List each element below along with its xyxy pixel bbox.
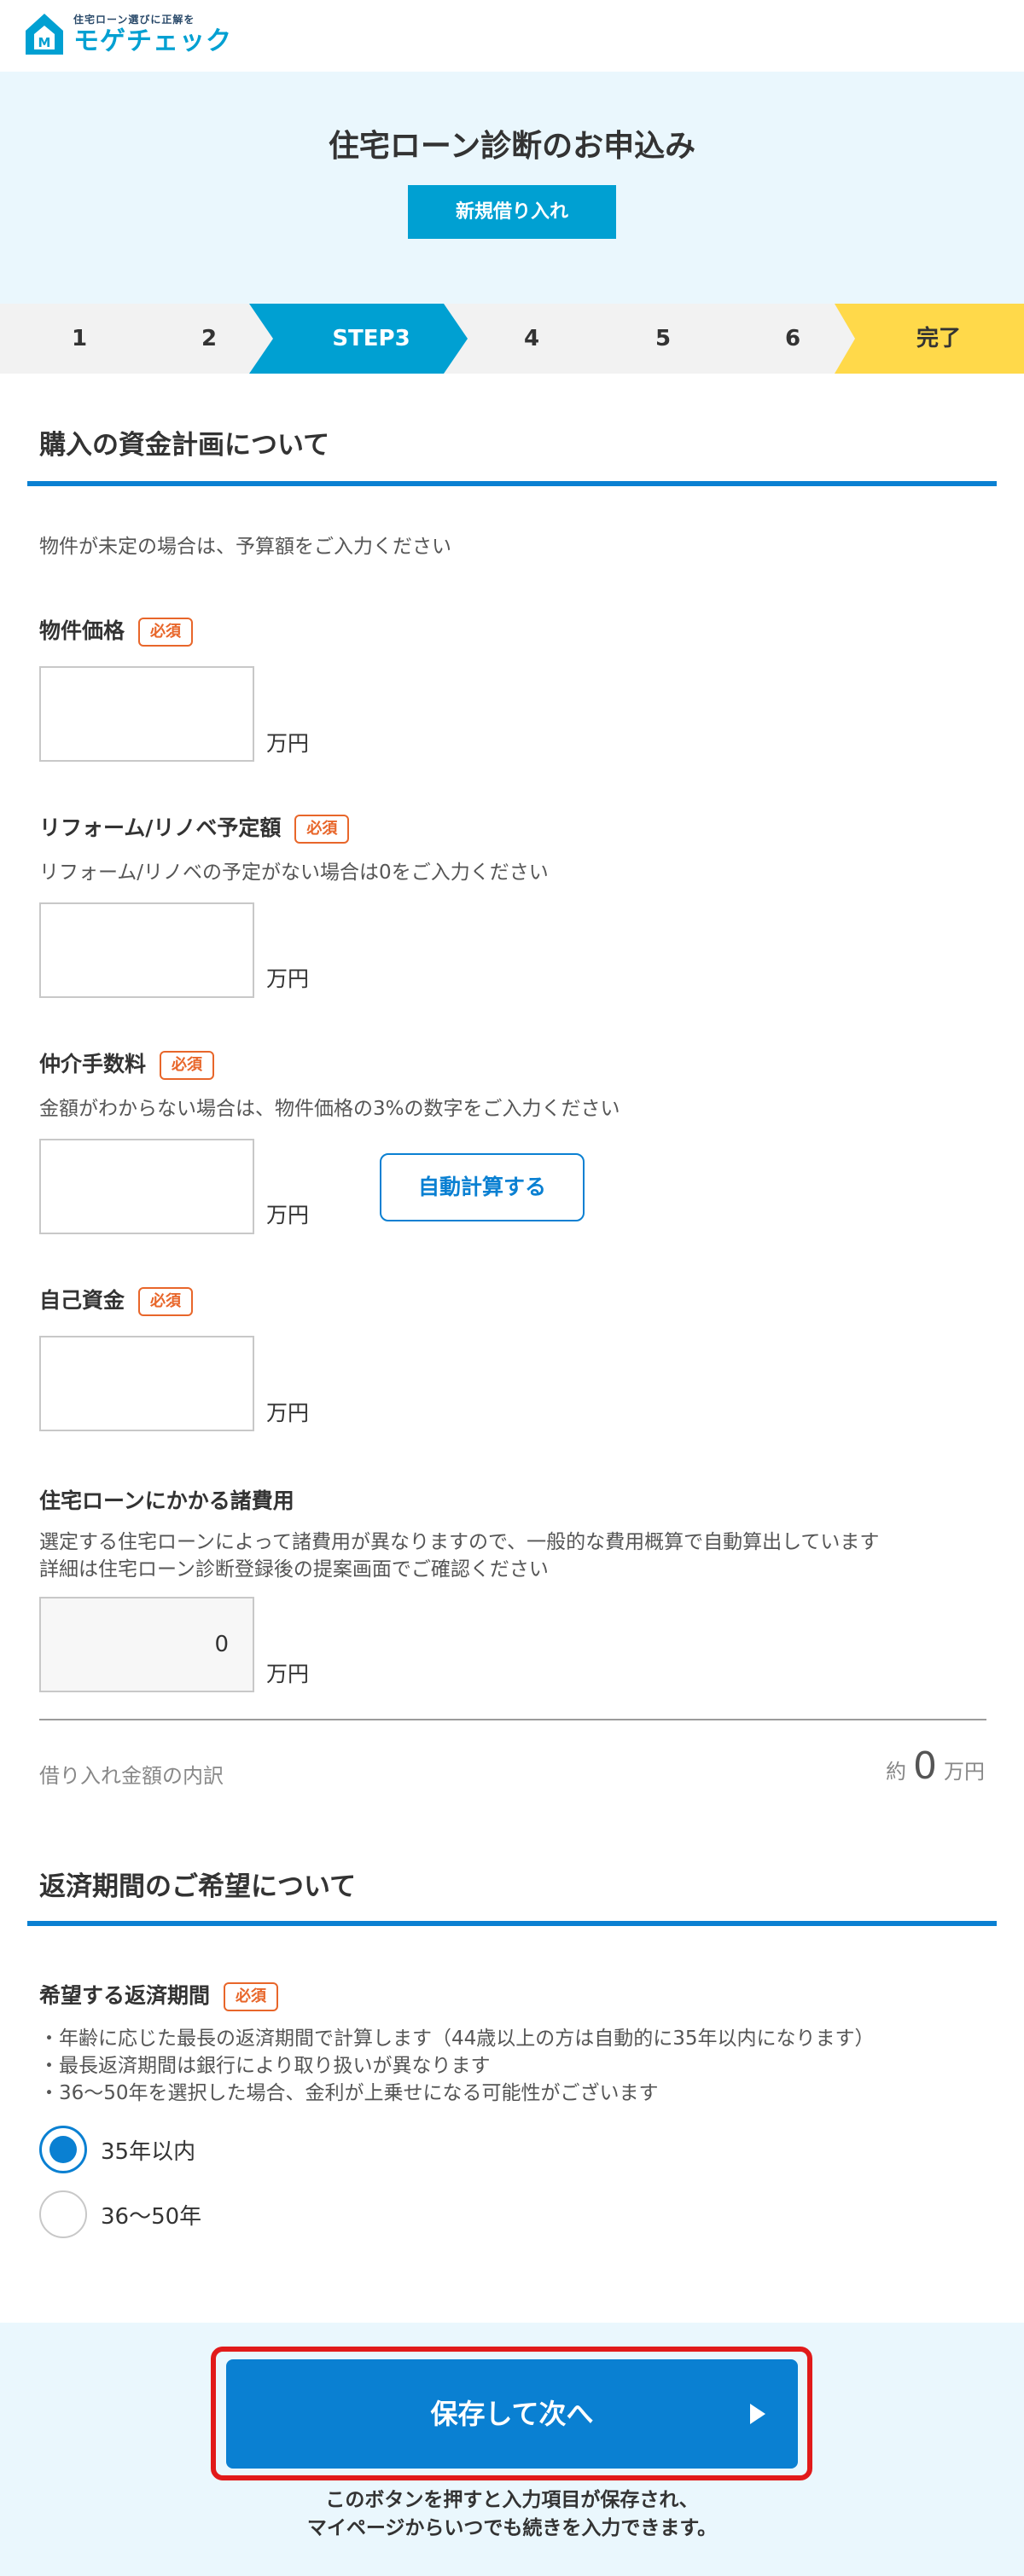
own-funds-input[interactable] xyxy=(41,1337,253,1430)
brokerage-input[interactable] xyxy=(41,1140,253,1233)
breakdown-amount: 0 xyxy=(913,1744,937,1788)
breakdown-label: 借り入れ金額の内訳 xyxy=(39,1764,224,1788)
brokerage-unit: 万円 xyxy=(266,1203,310,1227)
required-badge: 必須 xyxy=(160,1051,215,1080)
radio-option-35[interactable]: 35年以内 xyxy=(39,2126,195,2173)
svg-text:M: M xyxy=(38,35,51,50)
play-arrow-icon xyxy=(750,2404,765,2424)
loan-costs-unit: 万円 xyxy=(266,1662,310,1686)
save-next-label: 保存して次へ xyxy=(430,2398,594,2430)
required-badge: 必須 xyxy=(294,815,350,844)
breakdown-prefix: 約 xyxy=(886,1760,906,1784)
step-1: 1 xyxy=(71,326,88,351)
radio-option-36-50[interactable]: 36〜50年 xyxy=(39,2190,201,2238)
property-price-field[interactable] xyxy=(39,666,254,762)
radio-button-checked[interactable] xyxy=(39,2126,87,2173)
required-badge: 必須 xyxy=(138,618,194,647)
radio-label-36-50: 36〜50年 xyxy=(101,2203,202,2230)
repayment-note-2: ・最長返済期間は銀行により取り扱いが異なります xyxy=(39,2055,491,2077)
step-5: 5 xyxy=(655,326,672,351)
required-badge: 必須 xyxy=(138,1287,194,1316)
radio-button[interactable] xyxy=(39,2190,87,2238)
step-3-current: STEP3 xyxy=(332,326,410,351)
property-price-input[interactable] xyxy=(41,668,253,760)
required-badge: 必須 xyxy=(224,1982,279,2011)
repayment-section-title: 返済期間のご希望について xyxy=(39,1871,357,1902)
radio-label-35: 35年以内 xyxy=(101,2138,196,2165)
loan-type-badge: 新規借り入れ xyxy=(408,185,616,239)
site-header: M 住宅ローン選びに正解を モゲチェック xyxy=(0,0,1024,72)
funding-intro: 物件が未定の場合は、予算額をご入力ください xyxy=(39,536,451,558)
footer-note-line-1: このボタンを押すと入力項目が保存され、 xyxy=(325,2489,699,2511)
repayment-section-rule xyxy=(27,1921,997,1926)
loan-costs-help-2: 詳細は住宅ローン診断登録後の提案画面でご確認ください xyxy=(39,1558,549,1581)
step-4: 4 xyxy=(523,326,540,351)
step-progress-bar: 1 2 STEP3 4 5 6 完了 xyxy=(0,304,1024,374)
renovation-unit: 万円 xyxy=(266,966,310,991)
repayment-period-label: 希望する返済期間 必須 xyxy=(39,1979,279,2011)
own-funds-unit: 万円 xyxy=(266,1401,310,1425)
brokerage-help: 金額がわからない場合は、物件価格の3%の数字をご入力ください xyxy=(39,1098,620,1120)
breakdown-unit: 万円 xyxy=(944,1760,985,1784)
loan-costs-field xyxy=(39,1597,254,1692)
auto-calculate-button[interactable]: 自動計算する xyxy=(380,1153,585,1221)
loan-costs-help-1: 選定する住宅ローンによって諸費用が異なりますので、一般的な費用概算で自動算出して… xyxy=(39,1531,880,1553)
repayment-note-3: ・36〜50年を選択した場合、金利が上乗せになる可能性がございます xyxy=(39,2082,659,2104)
logo-tagline: 住宅ローン選びに正解を xyxy=(73,13,195,26)
renovation-label: リフォーム/リノベ予定額 必須 xyxy=(39,811,350,844)
funding-section-title: 購入の資金計画について xyxy=(39,430,330,461)
renovation-input[interactable] xyxy=(41,904,253,996)
breakdown-total: 約 0 万円 xyxy=(886,1744,985,1788)
brokerage-field[interactable] xyxy=(39,1139,254,1234)
logo-brand: モゲチェック xyxy=(73,26,232,56)
logo-house-icon: M xyxy=(22,10,67,58)
own-funds-field[interactable] xyxy=(39,1336,254,1431)
footer-note-line-2: マイページからいつでも続きを入力できます。 xyxy=(306,2517,718,2539)
renovation-help: リフォーム/リノベの予定がない場合は0をご入力ください xyxy=(39,862,549,884)
step-6: 6 xyxy=(784,326,801,351)
save-next-button[interactable]: 保存して次へ xyxy=(226,2359,798,2469)
renovation-field[interactable] xyxy=(39,902,254,998)
loan-costs-label: 住宅ローンにかかる諸費用 xyxy=(39,1488,294,1513)
own-funds-label: 自己資金 必須 xyxy=(39,1284,194,1316)
repayment-note-1: ・年齢に応じた最長の返済期間で計算します（44歳以上の方は自動的に35年以内にな… xyxy=(39,2028,875,2050)
hero: 住宅ローン診断のお申込み 新規借り入れ xyxy=(0,72,1024,304)
step-2: 2 xyxy=(201,326,218,351)
property-price-unit: 万円 xyxy=(266,731,310,756)
step-complete: 完了 xyxy=(916,326,961,351)
brokerage-label: 仲介手数料 必須 xyxy=(39,1047,215,1080)
funding-section-rule xyxy=(27,481,997,486)
footer-note: このボタンを押すと入力項目が保存され、 マイページからいつでも続きを入力できます… xyxy=(0,2486,1024,2543)
property-price-label: 物件価格 必須 xyxy=(39,614,194,647)
page-title: 住宅ローン診断のお申込み xyxy=(328,129,696,164)
loan-costs-input xyxy=(41,1598,253,1691)
logo[interactable]: M 住宅ローン選びに正解を モゲチェック xyxy=(22,10,232,58)
breakdown-divider xyxy=(39,1719,986,1720)
